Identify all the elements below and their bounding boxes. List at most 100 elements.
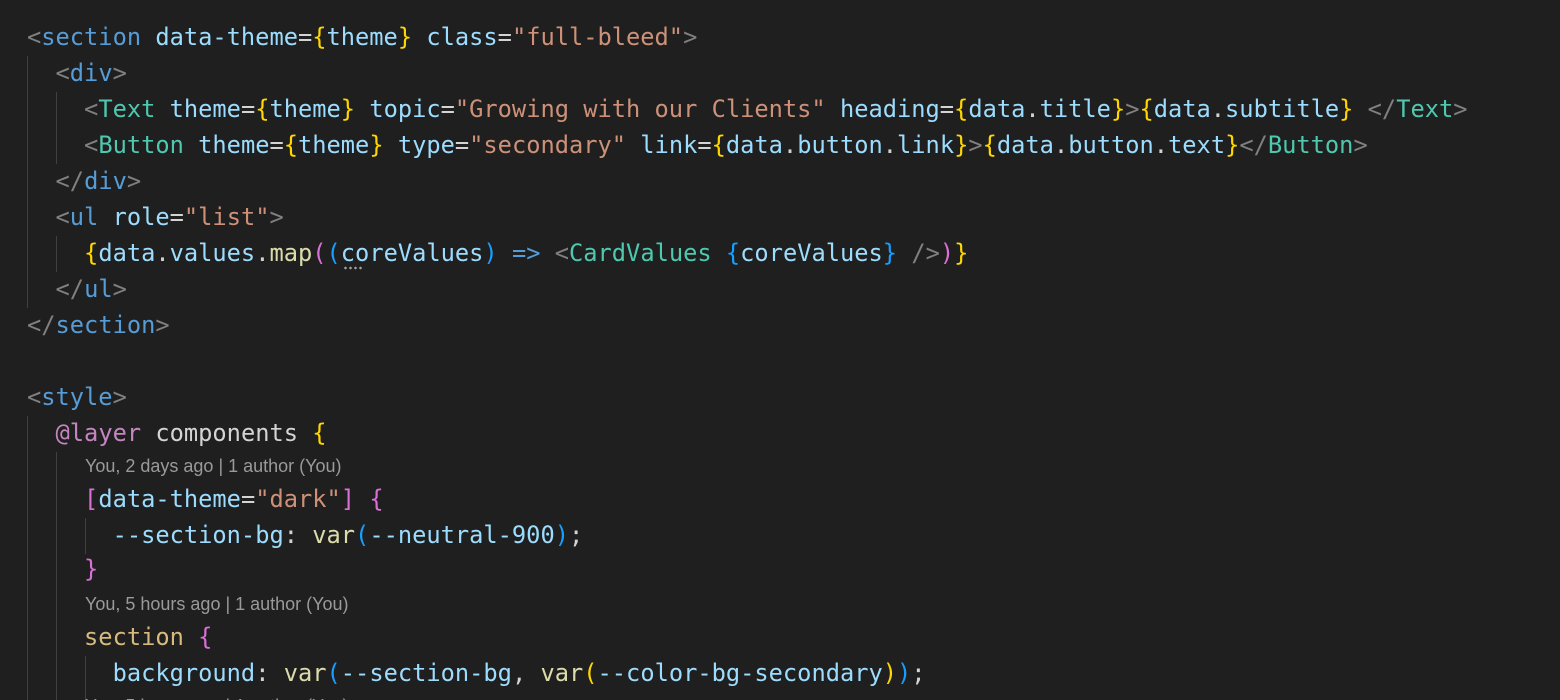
code-token: "secondary" [469, 131, 627, 159]
code-token: data-theme [98, 485, 241, 513]
code-token: = [297, 23, 313, 51]
code-token: components [155, 419, 298, 447]
code-line[interactable]: <Button theme={theme} type="secondary" l… [27, 127, 1368, 163]
code-token: Text [1396, 95, 1454, 123]
code-token: var [283, 659, 327, 687]
code-token: class [426, 23, 498, 51]
code-token: role [112, 203, 170, 231]
code-token: ) [483, 239, 498, 267]
code-token: coreValues [340, 239, 484, 267]
code-token: < [84, 131, 99, 159]
code-line[interactable]: <div> [27, 55, 127, 91]
code-token: > [112, 275, 127, 303]
code-token: theme [198, 131, 270, 159]
code-token: ( [583, 659, 598, 687]
code-token: } [369, 131, 384, 159]
code-token: ( [326, 239, 341, 267]
code-token: Button [1267, 131, 1354, 159]
code-line[interactable]: } [27, 551, 98, 587]
code-token: map [269, 239, 313, 267]
code-token: text [1168, 131, 1226, 159]
code-line[interactable]: <style> [27, 379, 127, 415]
code-editor[interactable]: <section data-theme={theme} class="full-… [0, 0, 1560, 700]
code-token: var [312, 521, 356, 549]
code-token: > [1125, 95, 1140, 123]
code-line[interactable]: [data-theme="dark"] { [27, 481, 384, 517]
code-token: ) [939, 239, 955, 267]
code-line[interactable]: <Text theme={theme} topic="Growing with … [27, 91, 1467, 127]
code-token: = [240, 95, 256, 123]
code-line[interactable]: <ul role="list"> [27, 199, 284, 235]
code-token: > [1353, 131, 1368, 159]
code-token: { [725, 239, 741, 267]
code-token: button [1068, 131, 1154, 159]
code-token: data-theme [155, 23, 298, 51]
code-line[interactable]: <section data-theme={theme} class="full-… [27, 19, 697, 55]
code-line[interactable]: {data.values.map((coreValues) => <CardVa… [27, 235, 968, 271]
code-token: "full-bleed" [511, 23, 684, 51]
code-token: </ [1239, 131, 1268, 159]
code-token: { [312, 23, 327, 51]
code-token: "list" [183, 203, 270, 231]
code-token: --section-bg [340, 659, 512, 687]
code-token: ; [911, 659, 926, 687]
code-token: data [1153, 95, 1211, 123]
code-line[interactable]: </div> [27, 163, 142, 199]
code-token: < [27, 383, 42, 411]
code-token: </ [1367, 95, 1397, 123]
code-token: , [511, 659, 541, 687]
code-line[interactable]: @layer components { [27, 415, 327, 451]
code-token: "Growing with our Clients" [454, 95, 826, 123]
code-token: = [440, 95, 455, 123]
code-token: ( [355, 521, 370, 549]
code-token: data [725, 131, 783, 159]
code-line[interactable]: </section> [27, 307, 170, 343]
codelens-blame[interactable]: You, 5 hours ago | 1 author (You) [85, 691, 349, 700]
codelens-blame[interactable]: You, 5 hours ago | 1 author (You) [85, 589, 349, 619]
code-token: } [1225, 131, 1240, 159]
code-token: coreValues [740, 239, 883, 267]
code-token: < [554, 239, 570, 267]
code-token: > [968, 131, 983, 159]
code-token: </ [55, 167, 85, 195]
code-token: ) [897, 659, 912, 687]
code-token: theme [169, 95, 241, 123]
code-token: { [283, 131, 298, 159]
code-token: </ [27, 311, 56, 339]
code-line[interactable]: --section-bg: var(--neutral-900); [27, 517, 584, 553]
code-token: title [1039, 95, 1111, 123]
code-line[interactable]: background: var(--section-bg, var(--colo… [27, 655, 926, 691]
code-token: < [27, 23, 42, 51]
code-token: > [269, 203, 284, 231]
code-line[interactable]: </ul> [27, 271, 127, 307]
code-token: : [283, 521, 313, 549]
code-token: { [982, 131, 997, 159]
code-line[interactable]: section { [27, 619, 212, 655]
code-token: ( [326, 659, 341, 687]
code-token: } [954, 239, 969, 267]
code-token: topic [369, 95, 441, 123]
code-token: Button [98, 131, 184, 159]
code-token: ; [568, 521, 584, 549]
code-token: = [939, 95, 955, 123]
code-token: ) [882, 659, 898, 687]
codelens-blame[interactable]: You, 2 days ago | 1 author (You) [85, 451, 342, 481]
code-token: > [112, 59, 127, 87]
code-token: section [84, 623, 184, 651]
